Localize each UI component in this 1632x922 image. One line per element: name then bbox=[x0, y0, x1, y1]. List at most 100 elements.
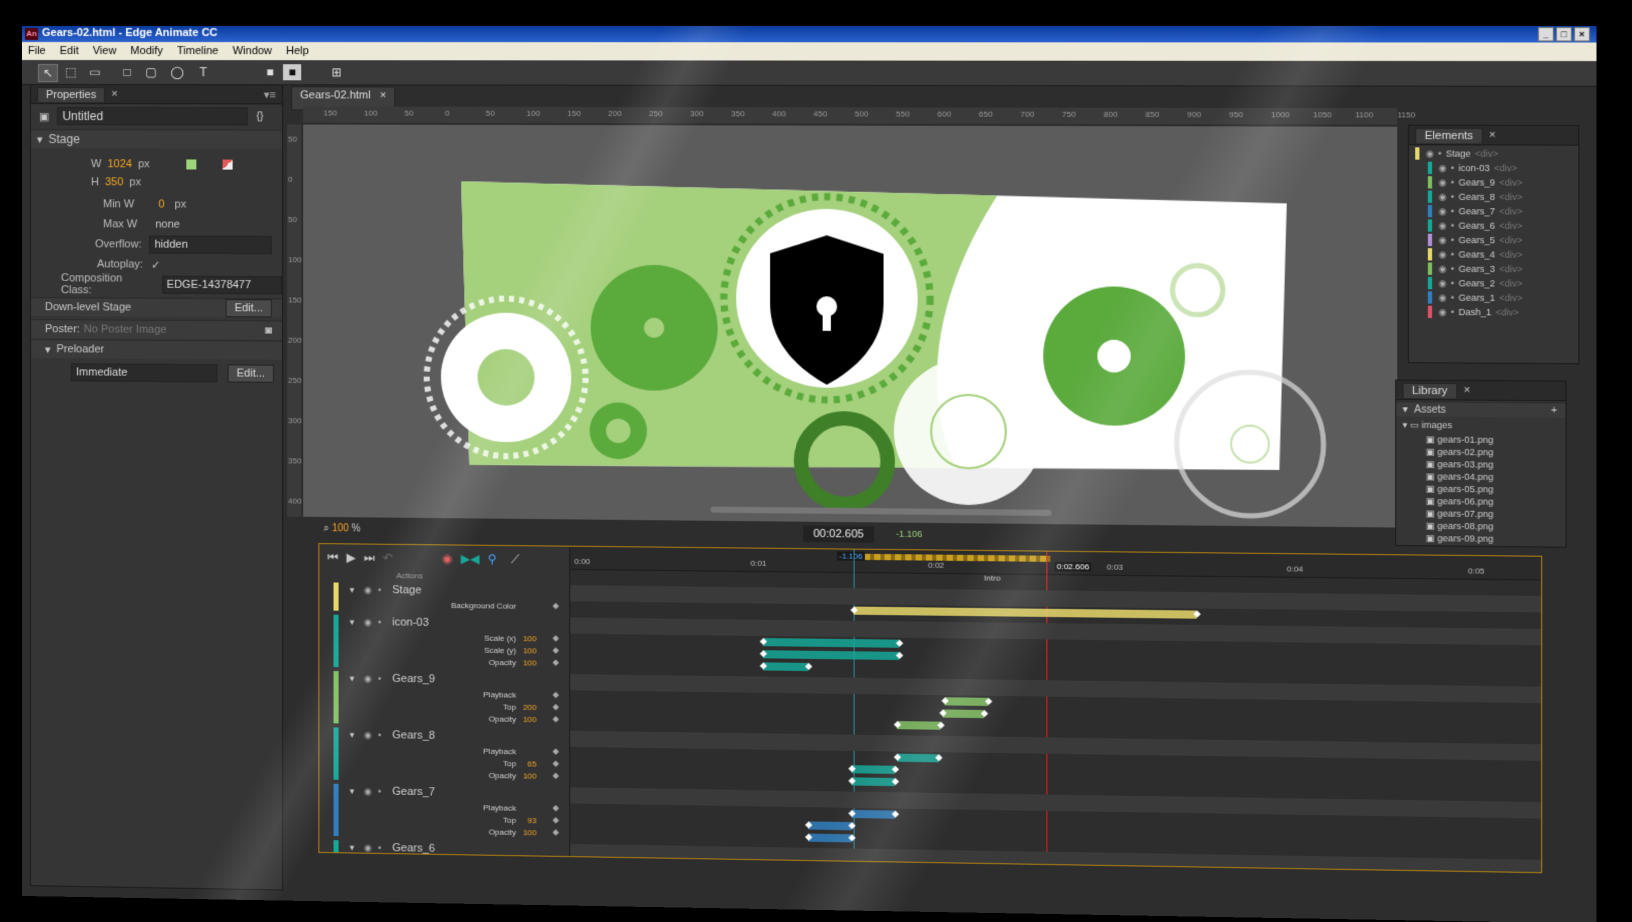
property-value[interactable]: 93 bbox=[528, 816, 537, 825]
panel-menu-icon[interactable]: ▾≡ bbox=[264, 88, 276, 101]
element-row[interactable]: ◉ • Gears_4 <div> bbox=[1409, 247, 1578, 262]
element-row[interactable]: ◉ • Gears_9 <div> bbox=[1409, 175, 1578, 190]
height-value[interactable]: 350 bbox=[105, 176, 123, 188]
keyframe-diamond-icon[interactable]: ◆ bbox=[553, 714, 559, 723]
keyframe[interactable] bbox=[844, 866, 852, 874]
preloader-edit-button[interactable]: Edit... bbox=[227, 364, 275, 383]
element-row[interactable]: ◉ • icon-03 <div> bbox=[1409, 161, 1578, 176]
menu-help[interactable]: Help bbox=[286, 45, 309, 57]
add-asset-button[interactable]: + bbox=[1551, 405, 1557, 416]
eye-icon[interactable]: ◉ bbox=[1438, 191, 1446, 202]
go-to-start-icon[interactable]: ⏮ bbox=[327, 550, 338, 565]
library-file-item[interactable]: ▣ gears-09.png bbox=[1426, 533, 1494, 545]
element-row[interactable]: ◉ • Dash_1 <div> bbox=[1409, 305, 1578, 320]
lock-icon[interactable]: • bbox=[378, 674, 381, 684]
property-value[interactable]: 200 bbox=[523, 703, 537, 712]
chevron-down-icon[interactable]: ▾ bbox=[350, 842, 355, 853]
library-file-item[interactable]: ▣ gears-01.png bbox=[1426, 434, 1494, 446]
keyframe-diamond-icon[interactable]: ◆ bbox=[553, 860, 559, 869]
animation-bar[interactable] bbox=[808, 833, 852, 843]
lock-icon[interactable]: • bbox=[378, 730, 381, 740]
element-row[interactable]: ◉ • Gears_6 <div> bbox=[1409, 218, 1578, 233]
autoplay-checkbox[interactable]: ✓ bbox=[151, 258, 160, 271]
eye-icon[interactable]: ◉ bbox=[1438, 220, 1446, 231]
lock-icon[interactable]: • bbox=[1451, 264, 1454, 274]
border-color-swatch[interactable] bbox=[222, 159, 233, 170]
menu-view[interactable]: View bbox=[93, 45, 117, 57]
timeline-tracks[interactable]: 0:00 0:01 0:02 0:03 0:04 0:05 -1.106 0:02.606… bbox=[570, 546, 1542, 874]
lock-icon[interactable]: • bbox=[378, 786, 381, 796]
animation-bar[interactable] bbox=[762, 638, 900, 648]
images-folder[interactable]: ▾ ▭ images bbox=[1403, 420, 1453, 432]
lock-icon[interactable]: • bbox=[1451, 307, 1454, 317]
fill-color-swatch[interactable]: ■ bbox=[261, 64, 279, 80]
keyframe-diamond-icon[interactable]: ◆ bbox=[553, 827, 559, 836]
timeline-property-row[interactable]: Opacity 100 ◆ bbox=[319, 711, 569, 727]
transform-tool-icon[interactable]: ⬚ bbox=[62, 64, 80, 80]
eye-icon[interactable]: ◉ bbox=[1438, 277, 1446, 288]
property-value[interactable]: 100 bbox=[523, 715, 537, 724]
lock-icon[interactable]: • bbox=[1451, 249, 1454, 259]
selection-tool-icon[interactable]: ↖ bbox=[37, 64, 58, 83]
library-file-item[interactable]: ▣ gears-06.png bbox=[1426, 496, 1494, 508]
min-width-value[interactable]: 0 bbox=[158, 198, 164, 210]
eye-icon[interactable]: ◉ bbox=[1438, 234, 1446, 245]
eye-icon[interactable]: ◉ bbox=[1426, 148, 1434, 159]
lock-icon[interactable]: • bbox=[1451, 292, 1454, 302]
keyframe-diamond-icon[interactable]: ◆ bbox=[553, 633, 559, 642]
width-value[interactable]: 1024 bbox=[107, 158, 132, 170]
close-icon[interactable]: × bbox=[380, 89, 387, 101]
keyframe-diamond-icon[interactable]: ◆ bbox=[553, 771, 559, 780]
zoom-value[interactable]: 100 bbox=[332, 523, 349, 534]
eye-icon[interactable]: ◉ bbox=[364, 673, 372, 684]
element-row[interactable]: ◉ • Gears_5 <div> bbox=[1409, 233, 1578, 248]
animation-bar[interactable] bbox=[808, 821, 852, 831]
animation-bar[interactable] bbox=[896, 753, 939, 763]
eye-icon[interactable]: ◉ bbox=[364, 585, 372, 596]
element-row[interactable]: ◉ • Gears_1 <div> bbox=[1409, 290, 1578, 305]
property-value[interactable]: 100 bbox=[523, 634, 537, 643]
property-value[interactable]: 100 bbox=[523, 828, 537, 837]
maximize-button[interactable]: □ bbox=[1555, 27, 1572, 42]
close-icon[interactable]: × bbox=[1463, 384, 1470, 396]
overflow-select[interactable]: hidden bbox=[149, 235, 273, 255]
keyframe-diamond-icon[interactable]: ◆ bbox=[553, 747, 559, 756]
close-button[interactable]: × bbox=[1574, 27, 1590, 42]
rectangle-tool-icon[interactable]: □ bbox=[118, 64, 136, 80]
library-file-item[interactable]: ▣ gears-03.png bbox=[1426, 459, 1494, 471]
timeline-property-row[interactable]: Playback ◆ bbox=[319, 856, 569, 872]
preloader-select[interactable]: Immediate bbox=[70, 363, 218, 383]
eye-icon[interactable]: ◉ bbox=[1438, 263, 1446, 274]
keyframe-diamond-icon[interactable]: ◆ bbox=[553, 702, 559, 711]
composition-class-field[interactable]: EDGE-14378477 bbox=[161, 275, 283, 295]
pin-icon[interactable]: ⚲ bbox=[488, 552, 497, 567]
tab-library[interactable]: Library bbox=[1402, 382, 1458, 398]
stage-canvas[interactable] bbox=[303, 124, 1398, 528]
play-icon[interactable]: ▶ bbox=[346, 550, 355, 565]
animation-bar[interactable] bbox=[896, 721, 941, 730]
eye-icon[interactable]: ◉ bbox=[1438, 306, 1446, 317]
animation-bar[interactable] bbox=[942, 709, 985, 719]
timeline-property-row[interactable]: Opacity 100 ◆ bbox=[319, 767, 569, 783]
keyframe[interactable] bbox=[803, 866, 811, 874]
downlevel-edit-button[interactable]: Edit... bbox=[225, 299, 272, 318]
library-file-item[interactable]: ▣ gears-04.png bbox=[1426, 471, 1494, 483]
property-value[interactable]: 100 bbox=[523, 771, 537, 780]
lock-icon[interactable]: • bbox=[1451, 163, 1454, 173]
animation-bar[interactable] bbox=[762, 650, 900, 661]
timeline-property-row[interactable]: Background Color ◆ bbox=[319, 598, 569, 613]
menu-edit[interactable]: Edit bbox=[60, 45, 79, 57]
chevron-down-icon[interactable]: ▾ bbox=[37, 133, 43, 146]
chevron-down-icon[interactable]: ▾ bbox=[350, 617, 355, 628]
property-value[interactable]: 100 bbox=[523, 646, 537, 655]
lock-icon[interactable]: • bbox=[1451, 177, 1454, 187]
tab-elements[interactable]: Elements bbox=[1415, 127, 1483, 143]
lock-icon[interactable]: • bbox=[1451, 278, 1454, 288]
layout-icon[interactable]: ⊞ bbox=[327, 64, 345, 80]
eye-icon[interactable]: ◉ bbox=[1438, 292, 1446, 303]
zoom-control[interactable]: ⌕ 100 % bbox=[323, 523, 360, 534]
element-row[interactable]: ◉ • Gears_3 <div> bbox=[1409, 261, 1578, 276]
keyframe-diamond-icon[interactable]: ◆ bbox=[553, 646, 559, 655]
animation-bar[interactable] bbox=[851, 809, 895, 819]
eye-icon[interactable]: ◉ bbox=[364, 843, 372, 854]
